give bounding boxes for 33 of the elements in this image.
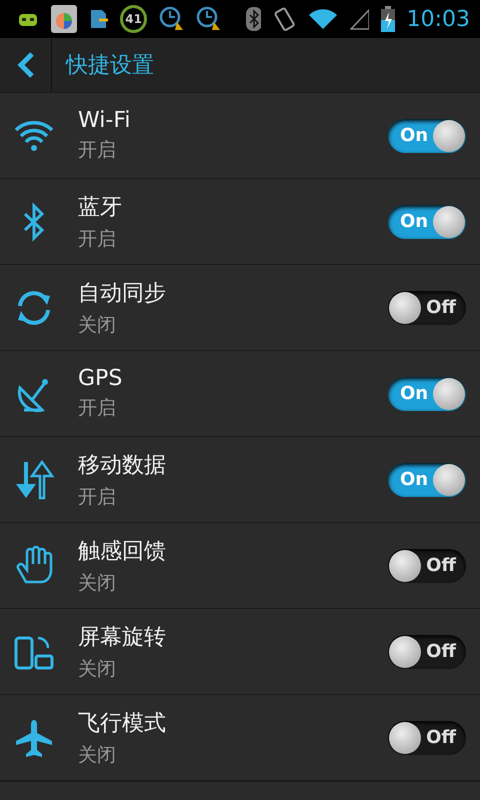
battery-icon <box>381 6 395 32</box>
setting-title: 触感回馈 <box>78 538 167 566</box>
bluetooth-icon <box>246 7 262 31</box>
setting-status: 开启 <box>78 396 117 421</box>
setting-title: 自动同步 <box>78 280 167 308</box>
setting-title: Wi-Fi <box>78 108 132 133</box>
toggle-switch[interactable]: Off <box>388 720 466 754</box>
setting-title: 屏幕旋转 <box>78 624 167 652</box>
vibrate-icon <box>273 6 296 32</box>
setting-status: 开启 <box>78 484 117 510</box>
setting-status: 开启 <box>78 226 117 252</box>
setting-title: GPS <box>78 366 124 391</box>
setting-status: 关闭 <box>78 570 117 596</box>
setting-title: 移动数据 <box>78 452 167 480</box>
store-icon[interactable] <box>51 5 76 33</box>
back-icon <box>16 51 36 79</box>
clock-icon[interactable] <box>196 6 222 32</box>
setting-status: 关闭 <box>78 656 117 682</box>
wifi-signal-icon <box>308 8 338 30</box>
setting-title: 蓝牙 <box>78 194 123 222</box>
setting-status: 关闭 <box>78 312 117 338</box>
toggle-switch[interactable]: Off <box>388 290 466 324</box>
setting-status: 关闭 <box>78 742 117 768</box>
clock-time: 10:03 <box>406 6 470 32</box>
toggle-switch[interactable]: Off <box>388 634 466 668</box>
battery-saver-badge[interactable]: 41 <box>120 5 148 33</box>
setting-status: 开启 <box>78 138 117 163</box>
toggle-switch[interactable]: Off <box>388 548 466 582</box>
cell-signal-icon <box>350 8 369 30</box>
clock-icon[interactable] <box>159 6 184 32</box>
sd-card-icon[interactable] <box>88 8 108 30</box>
screen-title: 快捷设置 <box>66 52 154 80</box>
setting-title: 飞行模式 <box>78 710 167 738</box>
